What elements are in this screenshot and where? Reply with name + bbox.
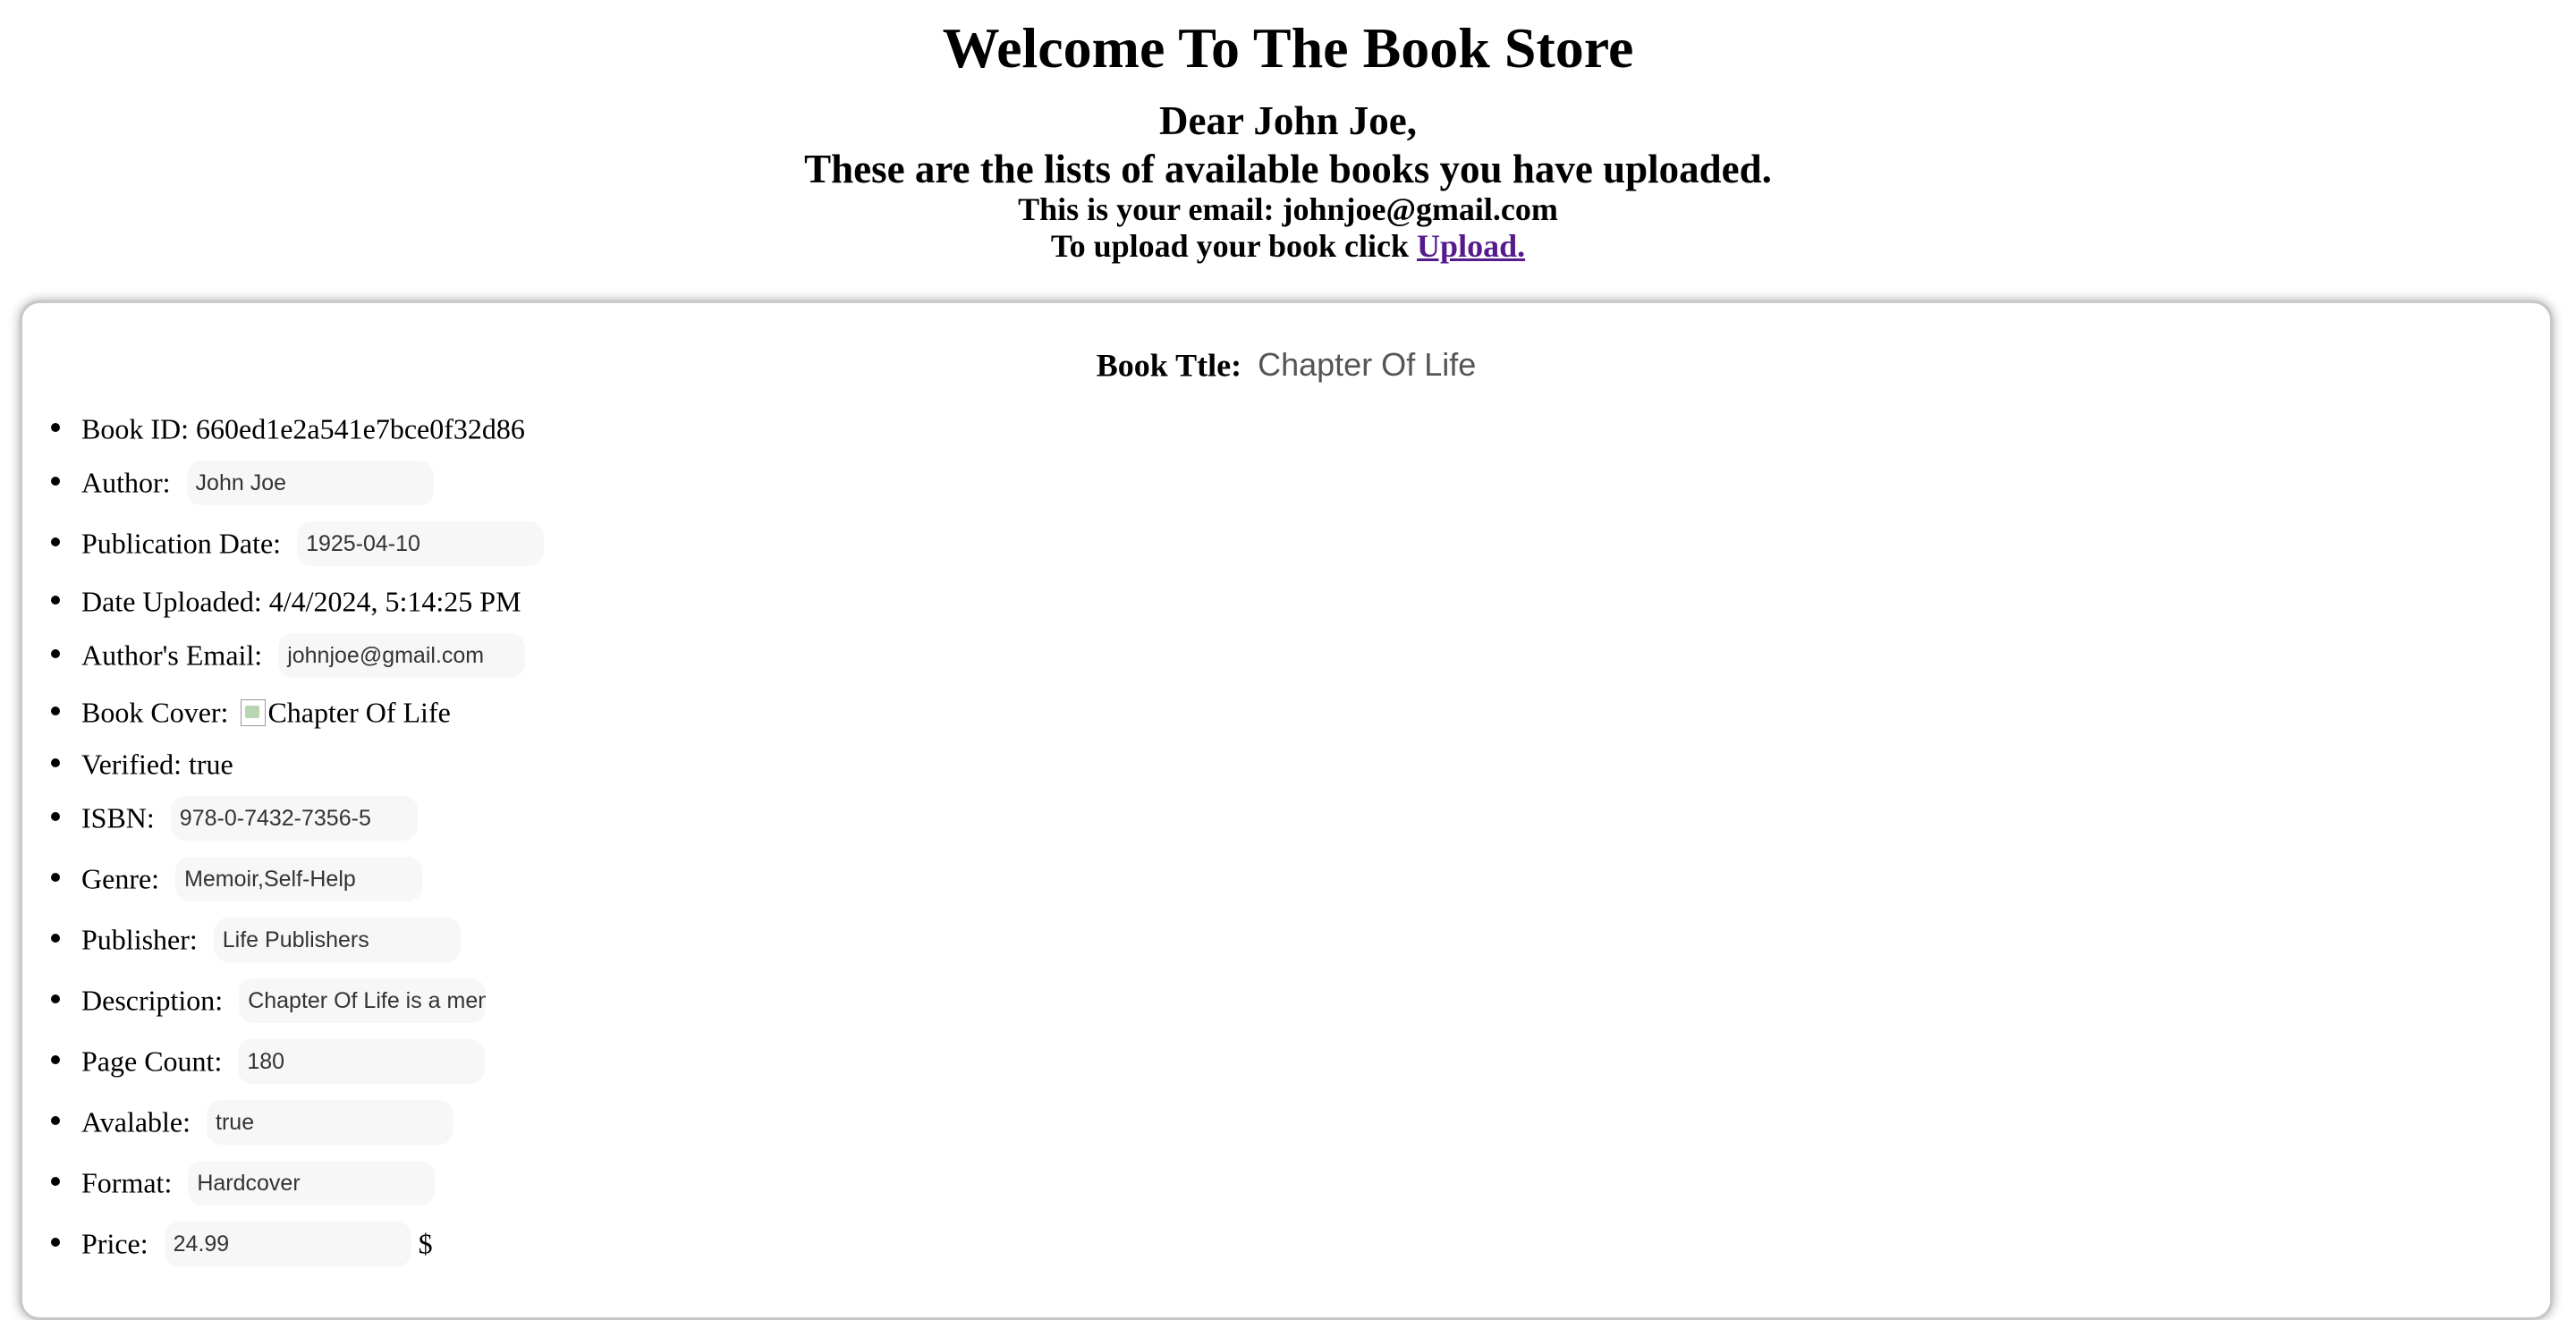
format-field[interactable]: Hardcover: [188, 1160, 436, 1206]
verified-text: Verified: true: [81, 748, 233, 781]
book-id-text: Book ID: 660ed1e2a541e7bce0f32d86: [81, 412, 525, 445]
genre-item: Genre: Memoir,Self-Help: [51, 856, 423, 901]
page-count-item: Page Count: 180: [51, 1038, 486, 1084]
currency-symbol: $: [418, 1227, 433, 1260]
author-email-label: Author's Email:: [81, 639, 263, 672]
date-uploaded-item: Date Uploaded: 4/4/2024, 5:14:25 PM: [51, 579, 521, 618]
isbn-field[interactable]: 978-0-7432-7356-5: [170, 795, 418, 841]
genre-field[interactable]: Memoir,Self-Help: [175, 856, 423, 901]
publisher-field[interactable]: Life Publishers: [213, 917, 461, 962]
book-cover-item: Book Cover: Chapter Of Life: [51, 690, 451, 729]
book-title-field[interactable]: Chapter Of Life: [1258, 346, 1476, 383]
upload-prompt: To upload your book click: [1050, 228, 1410, 264]
author-item: Author: John Joe: [51, 460, 434, 505]
email-line: This is your email: johnjoe@gmail.com: [1018, 191, 1558, 227]
page-title: Welcome To The Book Store: [942, 16, 1634, 80]
author-email-field[interactable]: johnjoe@gmail.com: [278, 632, 526, 678]
isbn-item: ISBN: 978-0-7432-7356-5: [51, 795, 418, 841]
publisher-item: Publisher: Life Publishers: [51, 917, 461, 962]
description-item: Description: Chapter Of Life is a mem: [51, 977, 487, 1023]
format-item: Format: Hardcover: [51, 1160, 436, 1206]
greeting: Dear John Joe,: [1159, 98, 1417, 143]
price-item: Price: 24.99 $: [51, 1221, 433, 1266]
date-uploaded-text: Date Uploaded: 4/4/2024, 5:14:25 PM: [81, 585, 521, 618]
isbn-label: ISBN:: [81, 801, 155, 834]
verified-item: Verified: true: [51, 741, 233, 781]
book-cover-alt: Chapter Of Life: [267, 696, 451, 729]
upload-line: To upload your book click Upload.: [0, 227, 2576, 265]
genre-label: Genre:: [81, 862, 160, 895]
broken-image-icon: [241, 698, 267, 726]
description-field[interactable]: Chapter Of Life is a mem: [239, 977, 487, 1023]
book-title-label: Book Ttle:: [1096, 347, 1242, 384]
page-count-field[interactable]: 180: [238, 1038, 486, 1084]
author-field[interactable]: John Joe: [186, 460, 434, 505]
publication-date-label: Publication Date:: [81, 527, 282, 560]
page-count-label: Page Count:: [81, 1045, 223, 1078]
format-label: Format:: [81, 1166, 173, 1199]
author-label: Author:: [81, 466, 171, 499]
available-field[interactable]: true: [207, 1099, 454, 1145]
upload-link[interactable]: Upload.: [1417, 228, 1525, 264]
book-id-item: Book ID: 660ed1e2a541e7bce0f32d86: [51, 406, 525, 445]
book-cover-label: Book Cover:: [81, 696, 229, 729]
publication-date-item: Publication Date: 1925-04-10: [51, 520, 545, 566]
book-title-row: Book Ttle: Chapter Of Life: [22, 343, 2550, 387]
publisher-label: Publisher:: [81, 923, 198, 956]
available-label: Avalable:: [81, 1105, 191, 1138]
description-label: Description:: [81, 984, 224, 1017]
available-item: Avalable: true: [51, 1099, 454, 1145]
price-field[interactable]: 24.99: [164, 1221, 411, 1266]
book-card: Book Ttle: Chapter Of Life Book ID: 660e…: [20, 300, 2553, 1320]
author-email-item: Author's Email: johnjoe@gmail.com: [51, 632, 526, 678]
publication-date-field[interactable]: 1925-04-10: [297, 520, 545, 566]
price-label: Price:: [81, 1227, 148, 1260]
page-subtitle: These are the lists of available books y…: [804, 147, 1772, 191]
